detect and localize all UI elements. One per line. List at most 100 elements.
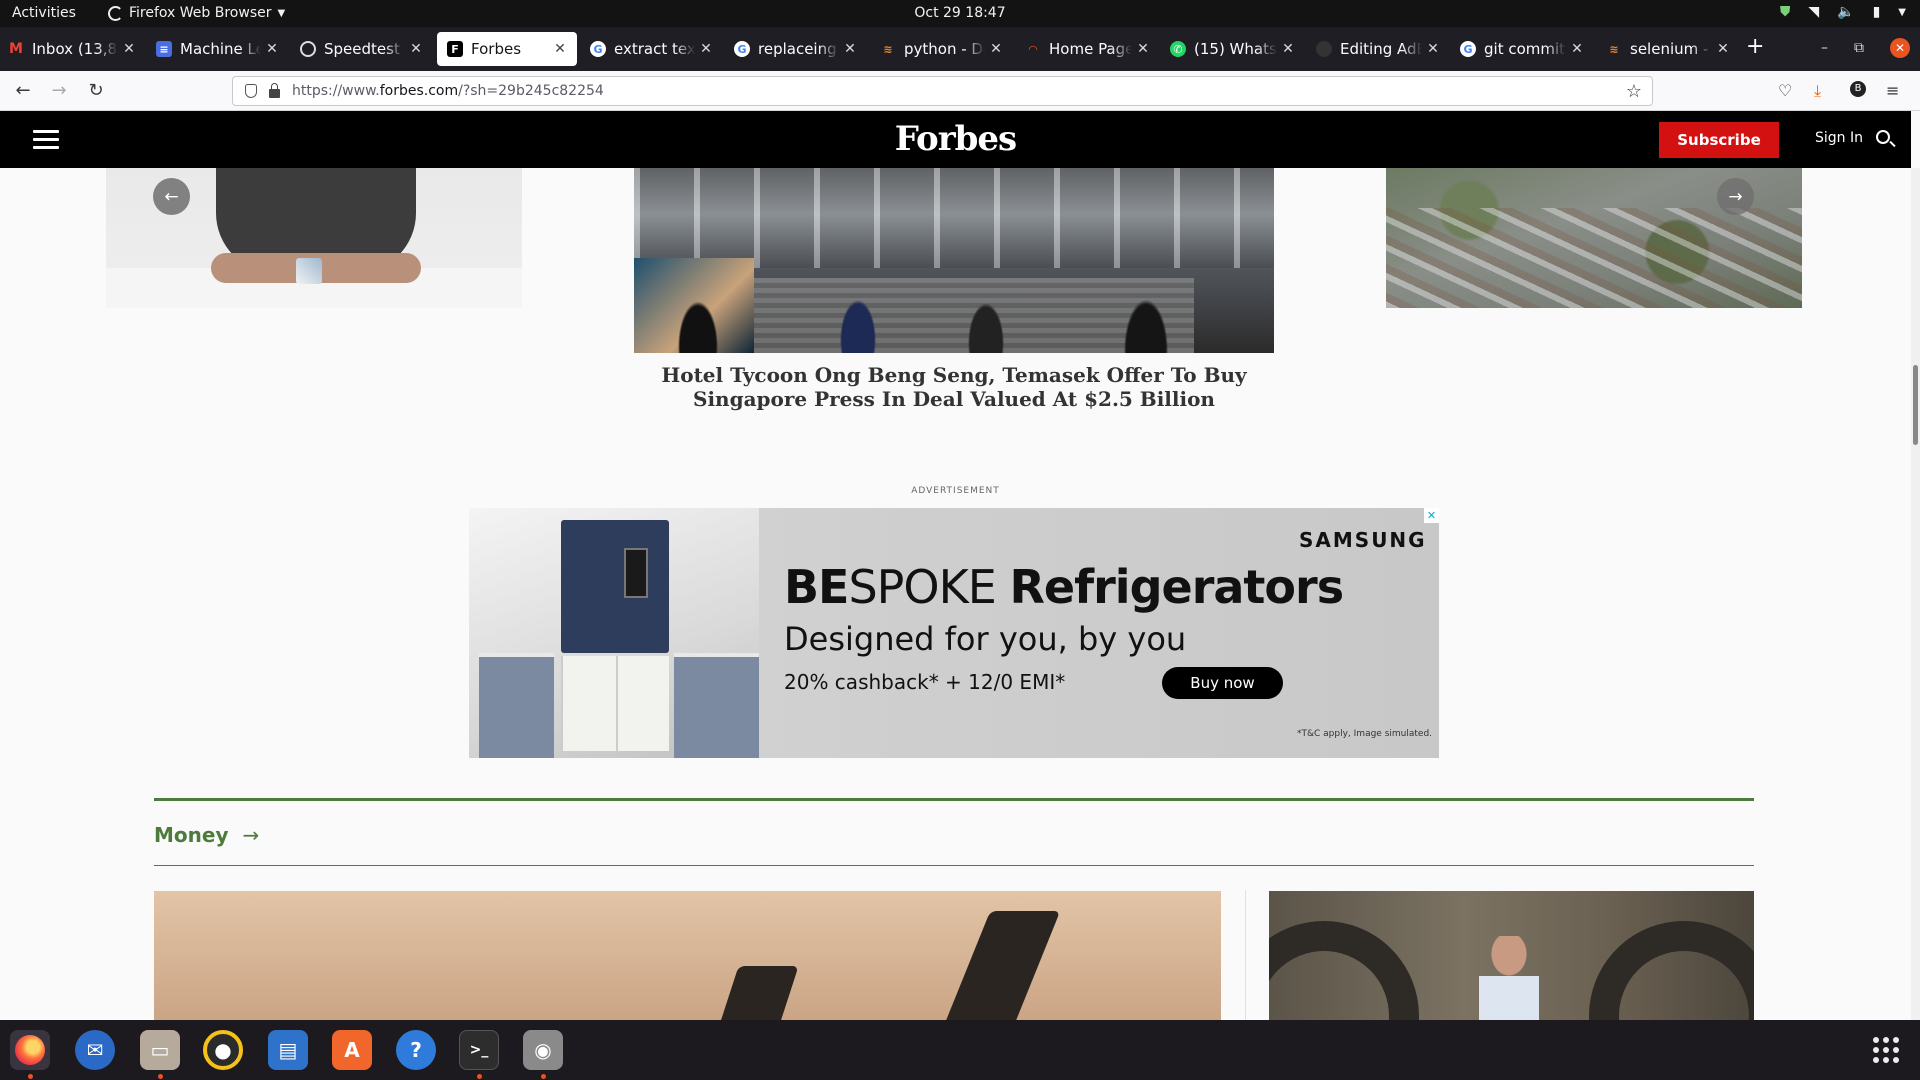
tab-label: Forbes (471, 40, 522, 58)
ad-title-spoke: SPOKE (848, 560, 996, 614)
ad-offer: 20% cashback* + 12/0 EMI* (784, 670, 1066, 694)
window-close-button[interactable]: ✕ (1890, 38, 1910, 58)
carousel-prev-button[interactable]: ← (153, 178, 190, 215)
carousel-next-button[interactable]: → (1717, 178, 1754, 215)
tab-whatsapp[interactable]: ✆ (15) WhatsAp ✕ (1170, 32, 1295, 66)
ad-title: BESPOKE Refrigerators (784, 560, 1344, 614)
page-scrollbar[interactable] (1911, 168, 1920, 1020)
battery-icon: ▮ (1872, 4, 1881, 20)
money-article-image-side[interactable] (1269, 891, 1754, 1020)
navigation-toolbar: ← → ↻ https://www.forbes.com/?sh=29b245c… (0, 71, 1920, 111)
advertisement-label: ADVERTISEMENT (911, 486, 1000, 496)
firefox-dock-icon[interactable] (10, 1030, 50, 1070)
close-icon[interactable]: ✕ (843, 41, 857, 57)
money-article-image-main[interactable] (154, 891, 1221, 1020)
forbes-icon: F (447, 41, 463, 57)
ad-close-button[interactable]: ✕ (1424, 508, 1439, 523)
tab-strip: M Inbox (13,828 ✕ ≡ Machine Lear ✕ Speed… (0, 27, 1920, 71)
close-icon[interactable]: ✕ (1570, 41, 1584, 57)
lock-icon[interactable] (269, 82, 280, 98)
ubuntu-dock: ✉ ▭ ● ▤ A ? >_ ◉ (0, 1020, 1920, 1080)
close-icon[interactable]: ✕ (1426, 41, 1440, 57)
close-icon[interactable]: ✕ (265, 41, 279, 57)
arrow-right-icon: → (242, 823, 260, 847)
running-indicator (541, 1074, 546, 1079)
reload-button[interactable]: ↻ (85, 80, 107, 101)
close-icon[interactable]: ✕ (122, 41, 136, 57)
section-rule-bottom (154, 865, 1754, 866)
buy-now-button[interactable]: Buy now (1162, 667, 1283, 699)
whatsapp-icon: ✆ (1170, 41, 1186, 57)
ad-brand: SAMSUNG (1299, 528, 1427, 552)
person (1469, 936, 1549, 1020)
new-tab-button[interactable]: + (1746, 34, 1764, 59)
bookmark-star-icon[interactable]: ☆ (1626, 81, 1642, 102)
tab-extract-text[interactable]: G extract text f ✕ (590, 32, 713, 66)
close-icon[interactable]: ✕ (989, 41, 1003, 57)
tab-home-page[interactable]: ◠ Home Page - ✕ (1025, 32, 1150, 66)
downloads-icon[interactable]: ⤓ (1814, 81, 1821, 101)
wifi-icon: ◥ (1808, 4, 1820, 20)
tab-label: Home Page - (1049, 40, 1132, 58)
files-dock-icon[interactable]: ▭ (140, 1030, 180, 1070)
airplane-tail (709, 966, 799, 1020)
running-indicator (158, 1074, 163, 1079)
ad-fridge-screen (624, 548, 648, 598)
tab-replacing[interactable]: G replaceing a ✕ (734, 32, 857, 66)
forbes-logo[interactable]: Forbes (0, 119, 1911, 159)
tab-selenium[interactable]: ≋ selenium - Re ✕ (1606, 32, 1730, 66)
show-applications-icon[interactable] (1873, 1037, 1899, 1063)
close-icon[interactable]: ✕ (1716, 41, 1730, 57)
minimize-button[interactable]: – (1821, 40, 1828, 56)
samsung-ad-banner[interactable]: ✕ SAMSUNG BESPOKE Refrigerators Designed… (469, 508, 1439, 758)
tab-git-commit[interactable]: G git commit ar ✕ (1460, 32, 1584, 66)
close-icon[interactable]: ✕ (1281, 41, 1295, 57)
tab-label: Machine Lear (180, 40, 261, 58)
software-center-dock-icon[interactable]: A (332, 1030, 372, 1070)
forward-button[interactable]: → (48, 80, 70, 101)
article-headline[interactable]: Hotel Tycoon Ong Beng Seng, Temasek Offe… (634, 363, 1274, 411)
ad-cabinet-left (479, 653, 554, 758)
system-tray[interactable]: ⛊ ◥ 🔈 ▮ ▼ (1780, 4, 1906, 20)
scrollbar-thumb[interactable] (1913, 365, 1918, 445)
disk-dock-icon[interactable]: ◉ (523, 1030, 563, 1070)
close-icon[interactable]: ✕ (699, 41, 713, 57)
terminal-dock-icon[interactable]: >_ (459, 1030, 499, 1070)
tab-machine-learning[interactable]: ≡ Machine Lear ✕ (156, 32, 279, 66)
home-icon: ◠ (1028, 42, 1038, 56)
close-icon[interactable]: ✕ (409, 41, 423, 57)
tab-inbox[interactable]: M Inbox (13,828 ✕ (8, 32, 136, 66)
tracking-protection-shield-icon[interactable] (245, 84, 257, 98)
ad-title-product: Refrigerators (1009, 560, 1344, 614)
tab-python-delete[interactable]: ≋ python - Dele ✕ (880, 32, 1003, 66)
ad-fridge-top (561, 520, 669, 653)
restore-button[interactable]: ⧉ (1854, 40, 1864, 56)
carousel-image-center[interactable] (634, 168, 1274, 353)
account-avatar-icon[interactable]: B (1850, 81, 1866, 97)
help-dock-icon[interactable]: ? (396, 1030, 436, 1070)
tab-speedtest[interactable]: Speedtest by ✕ (300, 32, 423, 66)
thunderbird-dock-icon[interactable]: ✉ (75, 1030, 115, 1070)
column-divider (1245, 890, 1246, 1020)
close-icon[interactable]: ✕ (1136, 41, 1150, 57)
ad-title-be: BE (784, 560, 849, 614)
forbes-header: Forbes Subscribe Sign In (0, 111, 1911, 168)
search-icon[interactable] (1876, 130, 1890, 144)
url-bar[interactable]: https://www.forbes.com/?sh=29b245c82254 … (232, 76, 1653, 106)
menu-icon[interactable]: ≡ (1886, 81, 1899, 100)
tab-editing-adea[interactable]: Editing AdEa ✕ (1316, 32, 1440, 66)
close-icon[interactable]: ✕ (553, 41, 567, 57)
tab-label: replaceing a (758, 40, 839, 58)
pocket-icon[interactable]: ♡ (1778, 81, 1792, 100)
url-text[interactable]: https://www.forbes.com/?sh=29b245c82254 (292, 83, 1626, 99)
rhythmbox-dock-icon[interactable]: ● (203, 1030, 243, 1070)
writer-dock-icon[interactable]: ▤ (268, 1030, 308, 1070)
section-title-money[interactable]: Money → (154, 823, 259, 847)
subscribe-button[interactable]: Subscribe (1659, 122, 1779, 158)
tab-forbes[interactable]: F Forbes ✕ (437, 32, 577, 66)
clock[interactable]: Oct 29 18:47 (0, 5, 1920, 21)
back-button[interactable]: ← (12, 80, 34, 101)
section-title-label: Money (154, 823, 229, 847)
page-content: ← → Hotel Tycoon Ong Beng Seng, Temasek … (0, 168, 1911, 1020)
sign-in-link[interactable]: Sign In (1815, 130, 1863, 146)
